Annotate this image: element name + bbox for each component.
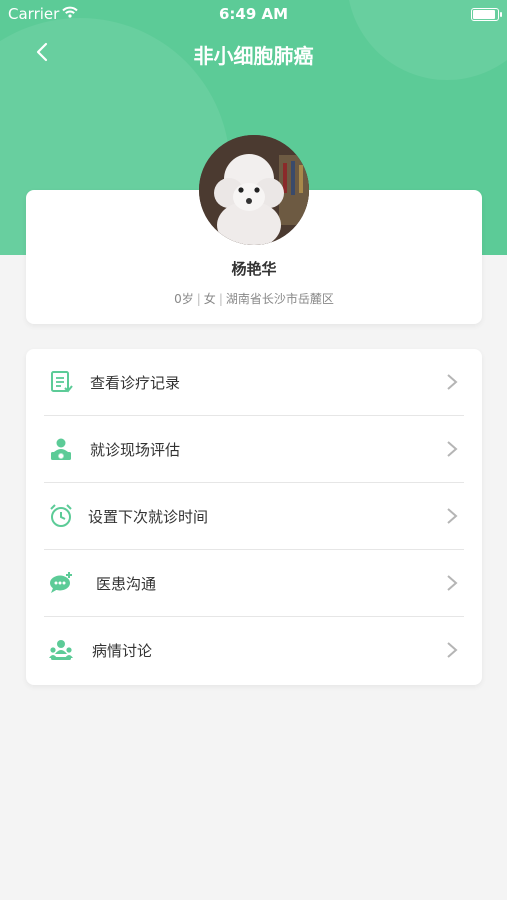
menu-item-set-next-visit[interactable]: 设置下次就诊时间 [26,483,482,550]
patient-info: 0岁 | 女 | 湖南省长沙市岳麓区 [174,292,334,306]
menu-item-label: 设置下次就诊时间 [88,508,209,526]
menu-item-onsite-assessment[interactable]: 就诊现场评估 [26,416,482,483]
menu-item-treatment-records[interactable]: 查看诊疗记录 [26,349,482,416]
menu-item-case-discussion[interactable]: 病情讨论 [26,617,482,684]
patient-name: 杨艳华 [231,260,277,278]
chevron-right-icon [447,441,458,457]
group-discussion-icon [49,640,73,660]
chat-bubble-icon [50,572,72,593]
chevron-right-icon [447,374,458,390]
chevron-right-icon [447,642,458,658]
menu-item-label: 查看诊疗记录 [90,374,181,392]
menu-item-label: 医患沟通 [96,575,157,593]
menu-item-label: 病情讨论 [92,642,153,660]
chevron-right-icon [447,508,458,524]
menu-list: 查看诊疗记录 就诊现场评估 设置下次就诊时间 医患沟通 病情讨论 [26,349,482,685]
doctor-icon [51,438,71,460]
patient-age: 0岁 [174,292,194,306]
alarm-clock-icon [50,504,72,527]
patient-sex: 女 [203,292,216,306]
battery-icon [471,8,502,21]
record-icon [51,371,73,393]
avatar [199,135,309,245]
menu-item-doctor-patient-chat[interactable]: 医患沟通 [26,550,482,617]
chevron-right-icon [447,575,458,591]
patient-location: 湖南省长沙市岳麓区 [225,292,334,306]
status-bar: Carrier 6:49 AM [0,0,507,28]
menu-item-label: 就诊现场评估 [90,441,181,459]
page-title: 非小细胞肺癌 [193,44,314,68]
clock: 6:49 AM [218,5,289,23]
